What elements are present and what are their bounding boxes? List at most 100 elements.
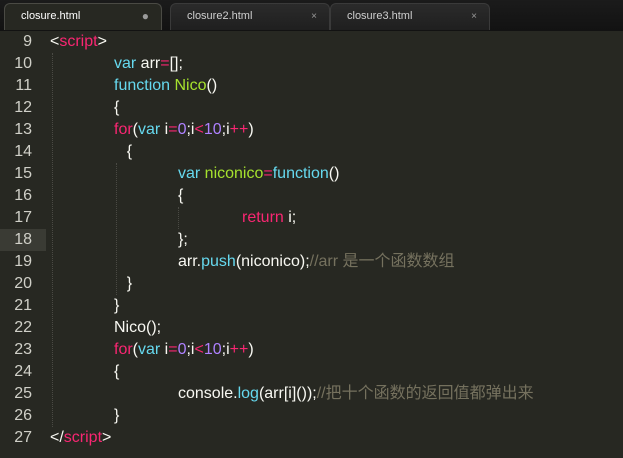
code-token: ) [248, 341, 254, 358]
code-token: } [114, 297, 120, 314]
code-token: //把十个函数的返回值都弹出来 [316, 385, 534, 402]
code-line[interactable]: 14 { [0, 141, 623, 163]
line-number: 27 [14, 429, 32, 446]
code-token: () [328, 165, 340, 182]
code-text: } [114, 295, 119, 317]
code-text: for(var i=0;i<10;i++) [114, 119, 254, 141]
code-text: return i; [242, 207, 296, 229]
code-token: return [242, 209, 289, 226]
code-line[interactable]: 27 </script> [0, 427, 623, 449]
code-token: push [201, 253, 236, 270]
unsaved-dot-icon[interactable]: ● [142, 4, 149, 29]
code-token: var [114, 55, 141, 72]
code-token: var [178, 165, 205, 182]
code-token: = [263, 165, 273, 182]
code-line[interactable]: 17 return i; [0, 207, 623, 229]
code-line[interactable]: 25 console.log(arr[i]());//把十个函数的返回值都弹出来 [0, 383, 623, 405]
code-text: for(var i=0;i<10;i++) [114, 339, 254, 361]
code-token: log [237, 385, 259, 402]
code-line[interactable]: 9 <script> [0, 31, 623, 53]
line-number: 13 [14, 121, 32, 138]
code-token: = [168, 341, 178, 358]
code-line[interactable]: 22 Nico(); [0, 317, 623, 339]
code-token: ) [248, 121, 254, 138]
code-token: } [114, 407, 120, 424]
code-token: (arr[i]()); [258, 385, 317, 402]
code-text: { [114, 361, 119, 383]
line-number: 23 [14, 341, 32, 358]
code-token: = [160, 55, 170, 72]
code-line[interactable]: 13 for(var i=0;i<10;i++) [0, 119, 623, 141]
code-text: Nico(); [114, 317, 161, 339]
line-number: 11 [15, 77, 32, 94]
code-token: > [97, 33, 107, 50]
code-line[interactable]: 24 { [0, 361, 623, 383]
code-line[interactable]: 12 { [0, 97, 623, 119]
line-number: 19 [14, 253, 32, 270]
tab-bar: closure.html ● closure2.html × closure3.… [0, 0, 623, 32]
code-token: ++ [229, 341, 249, 358]
code-token: arr. [178, 253, 202, 270]
code-token: var [138, 121, 165, 138]
close-icon[interactable]: × [471, 4, 477, 29]
line-number: 26 [14, 407, 32, 424]
code-token: arr [140, 55, 161, 72]
code-token: < [194, 341, 204, 358]
code-token: script [59, 33, 98, 50]
code-token: for [114, 121, 133, 138]
code-text: var arr=[]; [114, 53, 183, 75]
code-line[interactable]: 20} [0, 273, 623, 295]
code-token: i; [288, 209, 297, 226]
code-token: 10 [203, 121, 222, 138]
line-number: 16 [14, 187, 32, 204]
line-number: 15 [14, 165, 32, 182]
code-text: function Nico() [114, 75, 217, 97]
code-token: (niconico); [235, 253, 310, 270]
line-number: 12 [14, 99, 32, 116]
line-number: 14 [14, 143, 32, 160]
code-text: var niconico=function() [178, 163, 339, 185]
code-line[interactable]: 16 { [0, 185, 623, 207]
code-token: script [63, 429, 103, 446]
close-icon[interactable]: × [311, 4, 317, 29]
code-editor[interactable]: 9 <script> 10 var arr=[]; 11 function Nico() 1… [0, 31, 623, 458]
code-line[interactable]: 19 arr.push(niconico);//arr 是一个函数数组 [0, 251, 623, 273]
code-token: { [178, 187, 184, 204]
tab-label: closure3.html [347, 10, 413, 22]
tab-closure-html[interactable]: closure.html ● [4, 3, 162, 30]
code-text: <script> [50, 31, 107, 53]
code-text: } [127, 273, 132, 295]
code-token: //arr 是一个函数数组 [309, 253, 455, 270]
code-token: []; [169, 55, 183, 72]
code-token: ++ [229, 121, 249, 138]
code-text: </script> [50, 427, 111, 449]
code-text: arr.push(niconico);//arr 是一个函数数组 [178, 251, 455, 273]
code-token: } [126, 275, 133, 292]
code-token: < [194, 121, 204, 138]
line-number: 24 [14, 363, 32, 380]
tab-closure3-html[interactable]: closure3.html × [330, 3, 490, 30]
tab-closure2-html[interactable]: closure2.html × [170, 3, 330, 30]
code-text: { [114, 97, 119, 119]
code-token: niconico [204, 165, 264, 182]
code-token: function [272, 165, 329, 182]
code-line[interactable]: 11 function Nico() [0, 75, 623, 97]
code-token: for [114, 341, 133, 358]
code-token: { [114, 99, 120, 116]
line-number: 21 [14, 297, 32, 314]
code-text: } [114, 405, 119, 427]
line-number: 20 [14, 275, 32, 292]
code-line[interactable]: 26} [0, 405, 623, 427]
line-number: 25 [14, 385, 32, 402]
code-line[interactable]: 21} [0, 295, 623, 317]
code-line[interactable]: 15 var niconico=function() [0, 163, 623, 185]
code-token: Nico(); [114, 319, 162, 336]
code-line[interactable]: 23 for(var i=0;i<10;i++) [0, 339, 623, 361]
tab-label: closure.html [21, 10, 81, 22]
line-number: 10 [14, 55, 32, 72]
line-number: 17 [14, 209, 32, 226]
code-token: < [50, 33, 60, 50]
code-line[interactable]: 18}; [0, 229, 623, 251]
code-line[interactable]: 10 var arr=[]; [0, 53, 623, 75]
code-text: { [178, 185, 183, 207]
